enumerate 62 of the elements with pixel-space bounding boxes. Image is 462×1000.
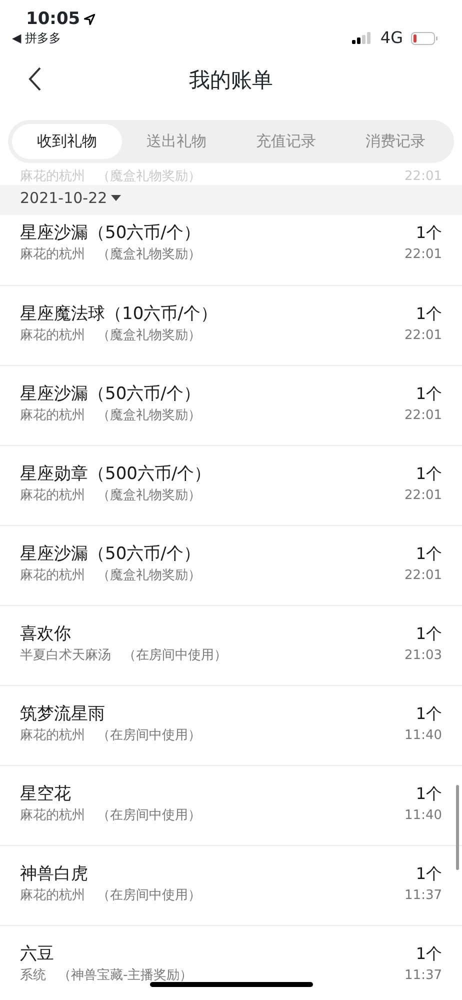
record-sender: 半夏白术天麻汤 — [20, 648, 111, 663]
record-time: 11:40 — [404, 727, 442, 745]
gift-name: 星座沙漏（50六币/个） — [20, 222, 201, 245]
gift-quantity: 1个 — [414, 383, 442, 405]
network-label: 4G — [380, 27, 403, 49]
date-picker[interactable]: 2021-10-22 — [20, 186, 122, 209]
record-sender: 麻花的杭州 — [20, 328, 85, 343]
record-time: 22:01 — [404, 407, 442, 425]
record-note: （魔盒礼物奖励） — [97, 408, 201, 423]
record-note: （在房间中使用） — [97, 808, 201, 823]
gift-name: 六豆 — [20, 943, 55, 966]
gift-quantity: 1个 — [414, 463, 442, 485]
record-time: 11:40 — [404, 807, 442, 825]
location-arrow-icon — [84, 14, 96, 24]
record-time: 21:03 — [404, 647, 442, 665]
gift-name: 星座沙漏（50六币/个） — [20, 543, 201, 566]
back-button[interactable] — [28, 66, 42, 92]
gift-quantity: 1个 — [414, 703, 442, 725]
record-sender: 麻花的杭州 — [20, 408, 85, 423]
signal-icon — [352, 32, 372, 44]
gift-quantity: 1个 — [414, 303, 442, 325]
gift-quantity: 1个 — [414, 222, 442, 244]
tab[interactable]: 收到礼物 — [12, 124, 122, 158]
gift-quantity: 1个 — [414, 783, 442, 805]
record-sender: 麻花的杭州 — [20, 808, 85, 823]
gift-name: 筑梦流星雨 — [20, 703, 106, 726]
record-time: 11:37 — [404, 887, 442, 905]
record-time: 22:01 — [404, 487, 442, 505]
record-sender: 麻花的杭州 — [20, 728, 85, 743]
gift-quantity: 1个 — [414, 863, 442, 885]
gift-name: 星座勋章（500六币/个） — [20, 463, 212, 486]
record-time: 22:01 — [404, 246, 442, 264]
record-sender: 麻花的杭州 — [20, 568, 85, 583]
caret-icon — [111, 194, 122, 201]
gift-quantity: 1个 — [414, 623, 442, 645]
gift-quantity: 1个 — [414, 943, 442, 965]
record-time: 11:37 — [404, 967, 442, 985]
gift-name: 星座沙漏（50六币/个） — [20, 383, 201, 406]
gift-name: 星空花 — [20, 783, 72, 806]
record-time: 22:01 — [404, 567, 442, 585]
battery-icon — [411, 32, 438, 44]
record-note: （在房间中使用） — [97, 728, 201, 743]
gift-name: 神兽白虎 — [20, 863, 89, 886]
gift-quantity: 1个 — [414, 543, 442, 565]
record-time: 22:01 — [404, 327, 442, 345]
gift-name: 星座魔法球（10六币/个） — [20, 303, 218, 326]
page-title: 我的账单 — [189, 67, 273, 94]
record-sender: 系统 — [20, 968, 46, 983]
record-note: （神兽宝藏-主播奖励） — [58, 968, 193, 983]
gift-name: 喜欢你 — [20, 623, 72, 646]
record-sender: 麻花的杭州 — [20, 888, 85, 903]
record-note: （在房间中使用） — [123, 648, 227, 663]
record-note: （魔盒礼物奖励） — [97, 328, 201, 343]
record-note: （魔盒礼物奖励） — [97, 488, 201, 503]
back-arrow-icon[interactable]: ◀ — [12, 30, 22, 46]
record-note: （魔盒礼物奖励） — [97, 247, 201, 262]
back-to-app-link[interactable]: 拼多多 — [25, 30, 62, 46]
record-sender: 麻花的杭州 — [20, 247, 85, 262]
record-sender: 麻花的杭州 — [20, 488, 85, 503]
clock-time: 10:05 — [26, 8, 80, 30]
record-note: （魔盒礼物奖励） — [97, 568, 201, 583]
record-note: （在房间中使用） — [97, 888, 201, 903]
